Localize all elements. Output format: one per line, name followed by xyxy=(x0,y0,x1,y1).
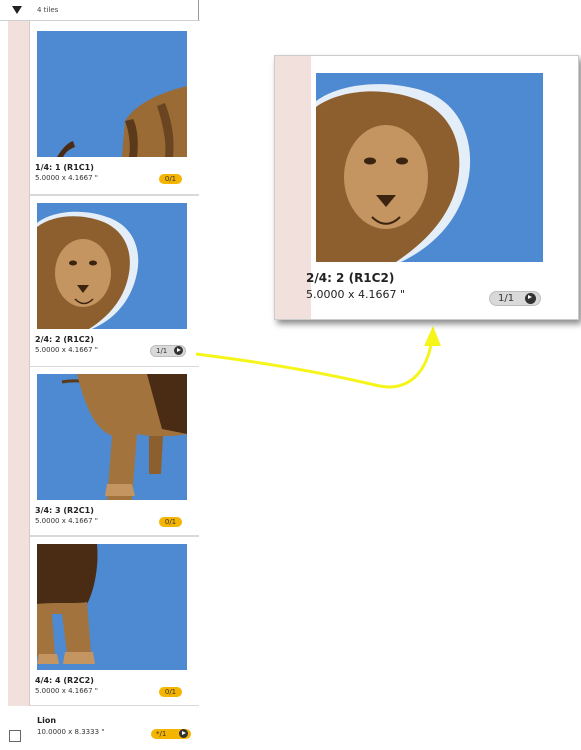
tile-status-badge-4[interactable]: 0/1 xyxy=(159,687,182,697)
tile-badge-count-2: 1/1 xyxy=(156,347,168,355)
lion-front-legs-image xyxy=(37,544,98,664)
lion-face-large-image xyxy=(316,84,471,262)
header-divider xyxy=(198,0,199,20)
zoomed-tile-size: 5.0000 x 4.1667 " xyxy=(306,288,406,301)
tile-size-4: 5.0000 x 4.1667 " xyxy=(35,687,99,695)
tile-item-1[interactable]: 1/4: 1 (R1C1) 5.0000 x 4.1667 " 0/1 xyxy=(30,24,199,196)
arrow-right-icon xyxy=(174,346,183,355)
collapse-triangle-icon[interactable] xyxy=(12,6,22,14)
tile-thumbnail-4[interactable] xyxy=(37,544,187,670)
tile-status-badge-2[interactable]: 1/1 xyxy=(150,345,186,357)
document-badge-count: */1 xyxy=(156,730,167,738)
document-size: 10.0000 x 8.3333 " xyxy=(37,728,105,736)
tile-name-1: 1/4: 1 (R1C1) xyxy=(35,163,94,172)
document-status-badge[interactable]: */1 xyxy=(151,729,191,739)
tile-status-badge-1[interactable]: 0/1 xyxy=(159,174,182,184)
panel-header: 4 tiles xyxy=(0,0,200,21)
zoomed-badge-count: 1/1 xyxy=(498,293,515,304)
tiles-count-label: 4 tiles xyxy=(37,6,59,14)
tile-status-badge-3[interactable]: 0/1 xyxy=(159,517,182,527)
tile-item-3[interactable]: 3/4: 3 (R2C1) 5.0000 x 4.1667 " 0/1 xyxy=(30,367,199,537)
tile-thumbnail-3[interactable] xyxy=(37,374,187,500)
arrow-right-icon xyxy=(179,729,188,738)
tile-name-2: 2/4: 2 (R1C2) xyxy=(35,335,94,344)
tile-size-1: 5.0000 x 4.1667 " xyxy=(35,174,99,182)
tile-name-4: 4/4: 4 (R2C2) xyxy=(35,676,94,685)
tile-thumbnail-2[interactable] xyxy=(37,203,187,329)
zoomed-tile-status-badge[interactable]: 1/1 xyxy=(489,291,541,306)
zoomed-tile-popup: 2/4: 2 (R1C2) 5.0000 x 4.1667 " 1/1 xyxy=(274,55,579,320)
document-name: Lion xyxy=(37,716,57,725)
zoomed-tile-name: 2/4: 2 (R1C2) xyxy=(306,271,395,285)
document-row[interactable]: Lion 10.0000 x 8.3333 " */1 xyxy=(0,706,200,750)
tile-thumbnail-1[interactable] xyxy=(37,31,187,157)
document-checkbox[interactable] xyxy=(9,730,21,742)
panel-side-strip xyxy=(8,0,30,745)
tile-item-4[interactable]: 4/4: 4 (R2C2) 5.0000 x 4.1667 " 0/1 xyxy=(30,537,199,707)
lion-face-image xyxy=(37,211,139,329)
tile-item-2[interactable]: 2/4: 2 (R1C2) 5.0000 x 4.1667 " 1/1 xyxy=(30,196,199,368)
lion-legs-image xyxy=(61,374,187,500)
arrow-right-icon xyxy=(525,293,536,304)
tile-name-3: 3/4: 3 (R2C1) xyxy=(35,506,94,515)
tile-size-3: 5.0000 x 4.1667 " xyxy=(35,517,99,525)
lion-rear-image xyxy=(57,86,187,157)
tile-size-2: 5.0000 x 4.1667 " xyxy=(35,346,99,354)
tiles-panel: 4 tiles 1/4: 1 (R1C1) 5.0000 x 4.1667 " … xyxy=(0,0,200,750)
zoomed-tile-thumbnail xyxy=(316,73,543,262)
